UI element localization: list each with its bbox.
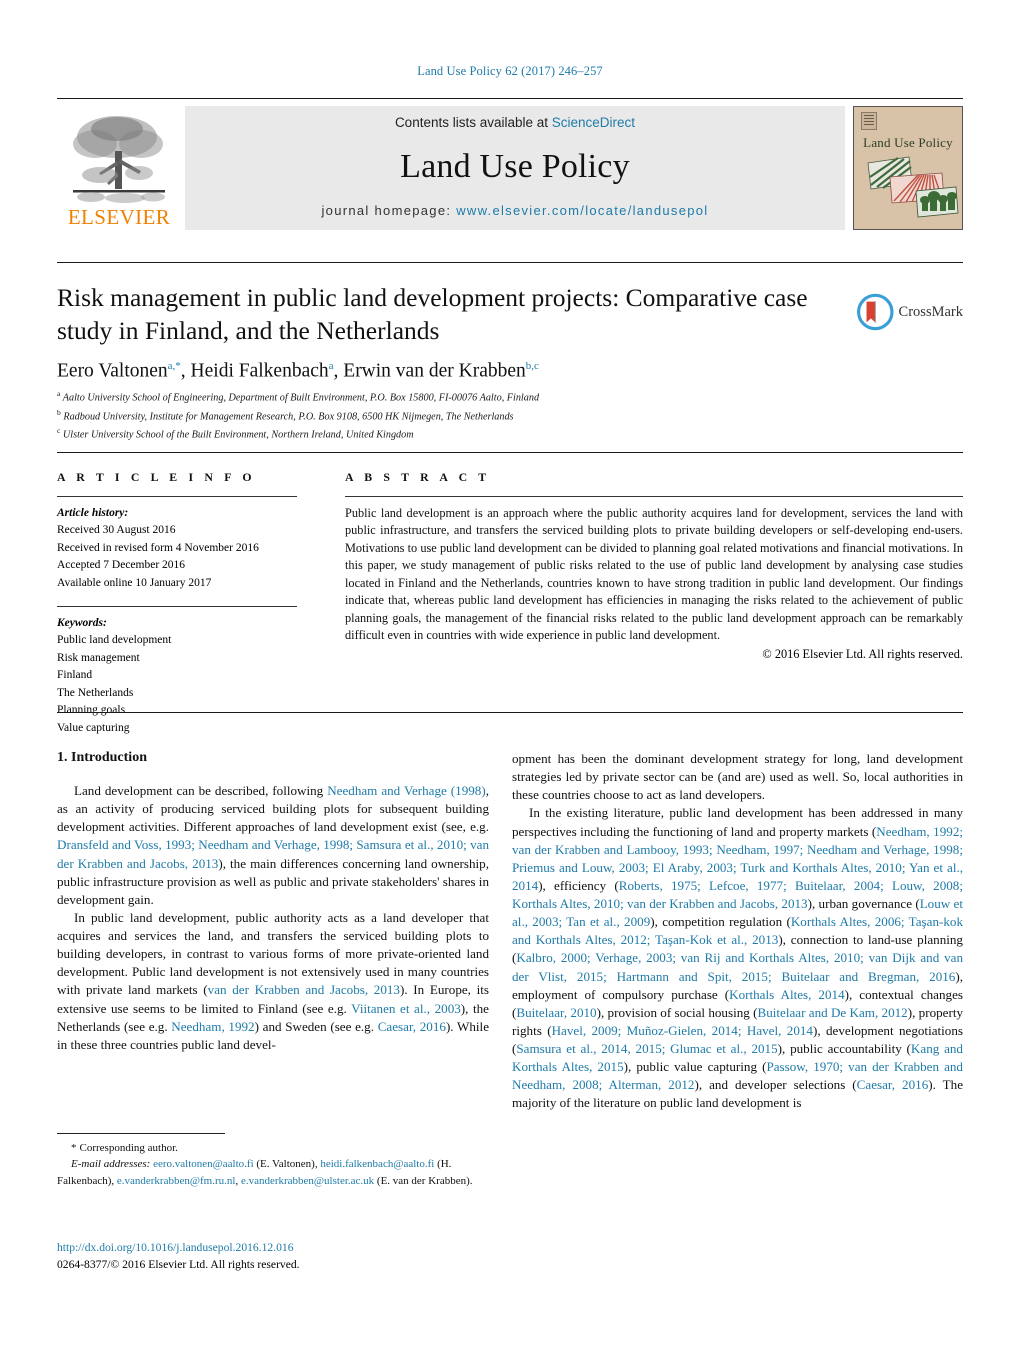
masthead-center: Contents lists available at ScienceDirec… — [185, 106, 845, 230]
abstract-heading: A B S T R A C T — [345, 470, 491, 484]
crossmark-label: CrossMark — [898, 303, 963, 320]
paragraph: Land development can be described, follo… — [57, 783, 489, 907]
affiliation-text: Radboud University, Institute for Manage… — [63, 410, 514, 422]
paragraph: In public land development, public autho… — [57, 909, 490, 1052]
journal-title: Land Use Policy — [400, 147, 630, 185]
affiliation-marker: c — [57, 426, 61, 435]
keywords-rule — [57, 606, 297, 608]
abstract-text: Public land development is an approach w… — [345, 506, 963, 643]
journal-masthead: ELSEVIER Contents lists available at Sci… — [57, 98, 963, 232]
history-item: Accepted 7 December 2016 — [57, 559, 186, 572]
abstract-block: A B S T R A C T Public land development … — [345, 470, 963, 662]
affiliation-item: a Aalto University School of Engineering… — [57, 388, 857, 407]
paragraph: opment has been the dominant development… — [512, 751, 963, 803]
keyword-item: Planning goals — [57, 704, 126, 717]
corresponding-author-note: * Corresponding author. — [57, 1140, 489, 1156]
history-item: Received 30 August 2016 — [57, 524, 176, 537]
journal-cover-thumbnail: Land Use Policy — [853, 106, 963, 230]
article-info-heading: A R T I C L E I N F O — [57, 470, 256, 484]
elsevier-wordmark: ELSEVIER — [67, 205, 171, 229]
keyword-item: Finland — [57, 669, 93, 682]
title-divider — [57, 262, 963, 263]
doi-link[interactable]: http://dx.doi.org/10.1016/j.landusepol.2… — [57, 1239, 497, 1256]
issn-copyright-line: 0264-8377/© 2016 Elsevier Ltd. All right… — [57, 1258, 300, 1272]
crossmark-badge[interactable]: CrossMark — [857, 285, 963, 339]
elsevier-tree-icon — [65, 111, 173, 206]
body-column-right: opment has been the dominant development… — [512, 750, 963, 1280]
page-title: Risk management in public land developme… — [57, 283, 808, 345]
doi-block: http://dx.doi.org/10.1016/j.landusepol.2… — [57, 1239, 497, 1273]
body-divider — [57, 712, 963, 713]
cover-artwork-icon — [867, 156, 959, 218]
journal-article-page: Land Use Policy 62 (2017) 246–257 ELSEVI… — [0, 0, 1020, 1351]
history-item: Received in revised form 4 November 2016 — [57, 541, 259, 554]
keywords-label: Keywords: — [57, 617, 107, 630]
crossmark-icon — [857, 293, 894, 331]
keyword-item: Value capturing — [57, 721, 130, 734]
email-label: E-mail addresses: — [71, 1158, 151, 1171]
article-history-label: Article history: — [57, 507, 129, 519]
corresponding-author-text: Corresponding author. — [79, 1142, 178, 1154]
article-info-rule — [57, 496, 297, 497]
author-list: Eero Valtonena,*, Heidi Falkenbacha, Erw… — [57, 360, 539, 382]
elsevier-logo: ELSEVIER — [57, 106, 181, 230]
affiliation-list: a Aalto University School of Engineering… — [57, 388, 857, 444]
homepage-prefix: journal homepage: — [321, 203, 457, 218]
history-item: Available online 10 January 2017 — [57, 576, 212, 589]
abstract-rule — [345, 496, 963, 497]
footnote-block: * Corresponding author. E-mail addresses:… — [57, 1140, 489, 1189]
affiliation-marker: b — [57, 407, 61, 417]
body-column-left: 1. Introduction Land development can be … — [57, 750, 489, 1280]
running-head: Land Use Policy 62 (2017) 246–257 — [417, 64, 603, 78]
email-addresses-note: E-mail addresses: eero.valtonen@aalto.fi… — [57, 1156, 489, 1189]
article-info-block: A R T I C L E I N F O Article history: R… — [57, 470, 297, 737]
corresponding-author-marker: * — [71, 1142, 77, 1154]
affiliation-marker: a — [57, 389, 61, 398]
affiliation-text: Ulster University School of the Built En… — [62, 429, 414, 441]
abstract-copyright: © 2016 Elsevier Ltd. All rights reserved… — [762, 646, 963, 661]
cover-elsevier-mark-icon — [861, 112, 877, 130]
sciencedirect-link[interactable]: ScienceDirect — [552, 115, 635, 130]
keyword-item: The Netherlands — [57, 686, 134, 699]
contents-prefix: Contents lists available at — [394, 115, 552, 130]
keyword-item: Public land development — [57, 634, 172, 647]
cover-journal-title: Land Use Policy — [863, 135, 953, 150]
keyword-item: Risk management — [57, 651, 140, 664]
journal-homepage-line: journal homepage: www.elsevier.com/locat… — [321, 203, 708, 218]
affiliation-item: c Ulster University School of the Built … — [57, 425, 857, 444]
keywords-block: Keywords: Public land development Risk m… — [57, 606, 297, 737]
affiliation-item: b Radboud University, Institute for Mana… — [57, 407, 857, 426]
affiliation-text: Aalto University School of Engineering, … — [62, 392, 540, 404]
paragraph: In the existing literature, public land … — [512, 805, 964, 1111]
info-divider — [57, 452, 963, 453]
section-heading-introduction: 1. Introduction — [57, 750, 147, 765]
journal-homepage-link[interactable]: www.elsevier.com/locate/landusepol — [456, 203, 708, 218]
contents-available-line: Contents lists available at ScienceDirec… — [395, 115, 635, 130]
footnote-divider — [57, 1133, 225, 1134]
